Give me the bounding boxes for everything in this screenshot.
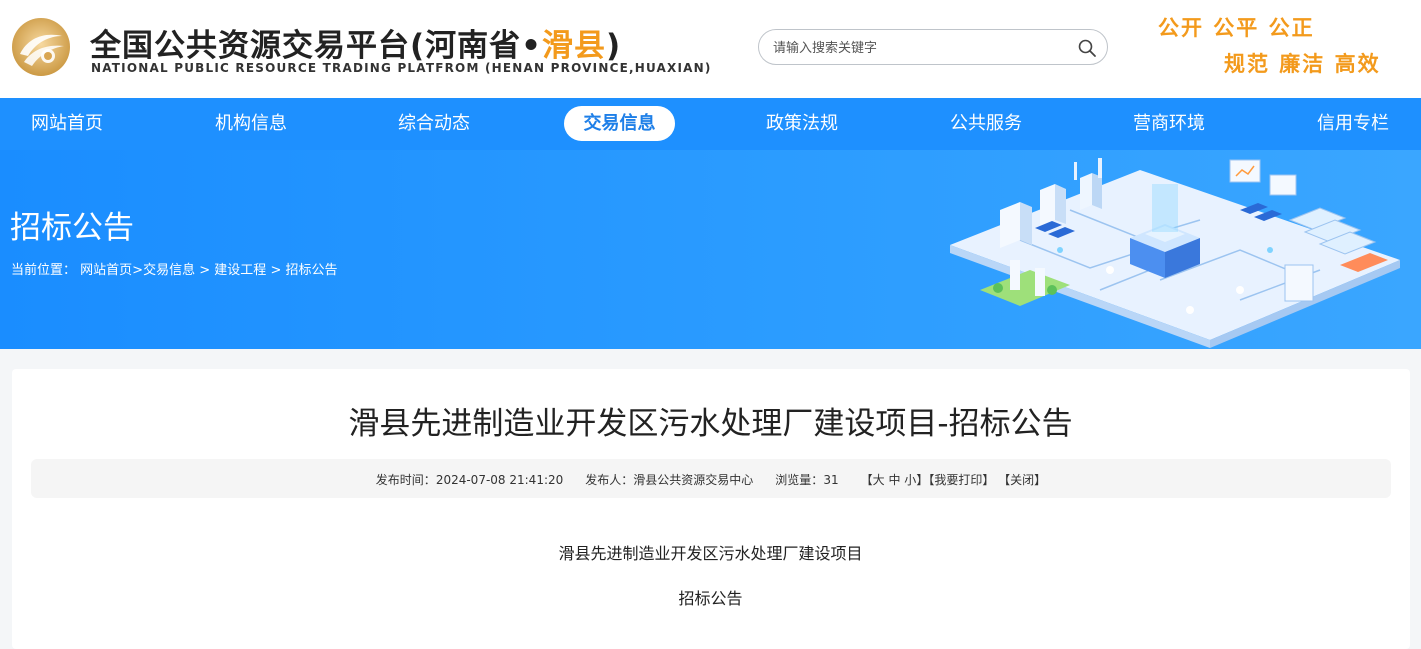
site-title-main: 全国公共资源交易平台(河南省• <box>90 28 542 64</box>
site-logo[interactable] <box>10 16 72 78</box>
site-title-end: ) <box>605 28 622 64</box>
article-body-project-name: 滑县先进制造业开发区污水处理厂建设项目 <box>558 544 863 563</box>
site-subtitle: NATIONAL PUBLIC RESOURCE TRADING PLATFRO… <box>91 61 712 75</box>
article-meta: 发布时间：2024-07-08 21:41:20 发布人：滑县公共资源交易中心 浏览… <box>31 471 1391 488</box>
slogan-line-1: 公开 公平 公正 <box>1158 16 1315 40</box>
search-icon[interactable] <box>1077 38 1097 58</box>
breadcrumb: 当前位置： 网站首页>交易信息 > 建设工程 > 招标公告 <box>11 259 338 278</box>
main-nav: 网站首页 机构信息 综合动态 交易信息 政策法规 公共服务 营商环境 信用专栏 <box>0 98 1421 150</box>
breadcrumb-trading-info[interactable]: 交易信息 <box>143 263 195 278</box>
font-large-button[interactable]: 大 <box>873 473 885 487</box>
nav-item-institutions[interactable]: 机构信息 <box>215 106 287 141</box>
breadcrumb-prefix: 当前位置： <box>11 263 77 278</box>
nav-item-credit[interactable]: 信用专栏 <box>1317 106 1389 141</box>
site-header: 全国公共资源交易平台(河南省•滑县) NATIONAL PUBLIC RESOU… <box>0 0 1421 98</box>
nav-item-trading-info[interactable]: 交易信息 <box>564 106 675 141</box>
nav-item-public-service[interactable]: 公共服务 <box>950 106 1022 141</box>
font-size-open: 【 <box>860 473 873 487</box>
site-title-highlight: 滑县 <box>541 28 606 64</box>
nav-item-home[interactable]: 网站首页 <box>31 106 103 141</box>
article-title: 滑县先进制造业开发区污水处理厂建设项目-招标公告 <box>348 406 1073 442</box>
views-label: 浏览量： <box>775 473 824 487</box>
nav-item-news[interactable]: 综合动态 <box>398 106 470 141</box>
font-medium-button[interactable]: 中 <box>888 473 900 487</box>
breadcrumb-separator: > <box>199 263 211 278</box>
breadcrumb-separator: > <box>132 263 144 278</box>
font-size-close: 】 <box>916 473 929 487</box>
breadcrumb-separator: > <box>270 263 282 278</box>
views-count: 31 <box>823 473 839 487</box>
page-banner: 招标公告 当前位置： 网站首页>交易信息 > 建设工程 > 招标公告 <box>0 150 1421 349</box>
slogan-line-2: 规范 廉洁 高效 <box>1224 52 1381 76</box>
breadcrumb-home[interactable]: 网站首页 <box>80 263 132 278</box>
article-meta-bar: 发布时间：2024-07-08 21:41:20 发布人：滑县公共资源交易中心 浏览… <box>31 459 1391 498</box>
smart-city-illustration <box>950 158 1400 348</box>
search-input[interactable] <box>773 38 1063 58</box>
site-title: 全国公共资源交易平台(河南省•滑县) <box>90 20 621 65</box>
breadcrumb-construction[interactable]: 建设工程 <box>214 263 266 278</box>
page-title: 招标公告 <box>10 210 134 246</box>
nav-item-business-env[interactable]: 营商环境 <box>1133 106 1205 141</box>
nav-item-policy[interactable]: 政策法规 <box>766 106 838 141</box>
font-small-button[interactable]: 小 <box>904 473 916 487</box>
article-body-heading: 招标公告 <box>678 589 743 608</box>
publish-time: 2024-07-08 21:41:20 <box>435 473 564 487</box>
publisher-label: 发布人： <box>585 473 634 487</box>
close-button[interactable]: 【关闭】 <box>998 473 1046 487</box>
publish-time-label: 发布时间： <box>375 473 436 487</box>
publisher: 滑县公共资源交易中心 <box>633 473 754 487</box>
search-box <box>758 29 1108 65</box>
breadcrumb-current[interactable]: 招标公告 <box>285 263 337 278</box>
print-button[interactable]: 【我要打印】 <box>928 473 994 487</box>
